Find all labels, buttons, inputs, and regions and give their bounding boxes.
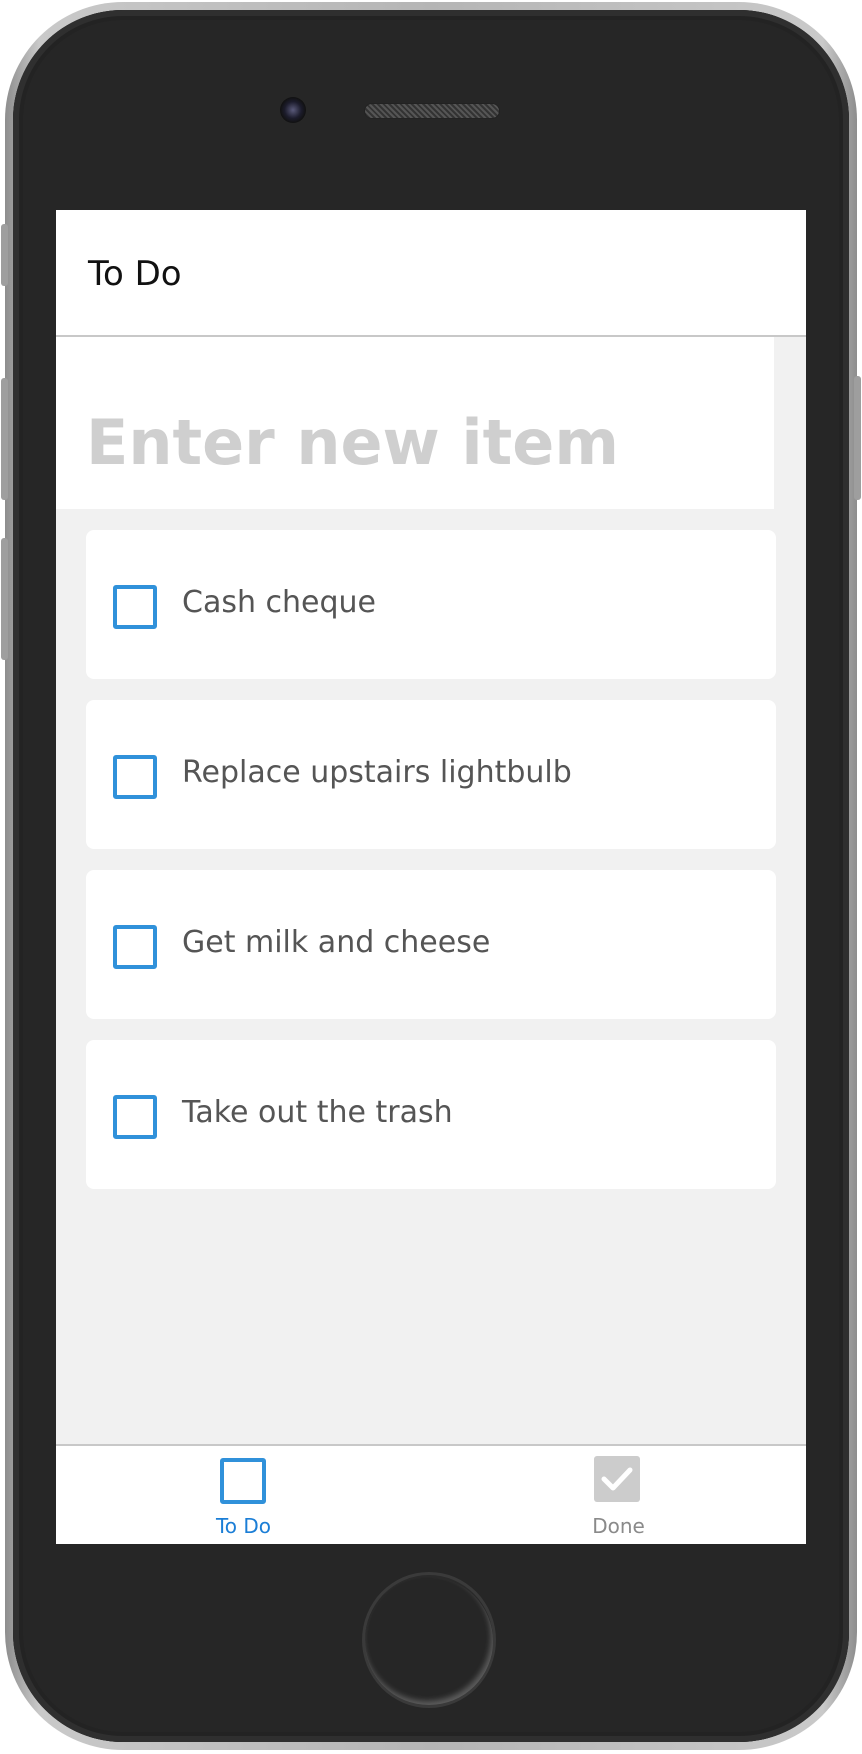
checkmark-icon	[601, 1467, 633, 1491]
home-button[interactable]	[365, 1575, 493, 1705]
volume-down-button	[1, 538, 8, 660]
page-title: To Do	[88, 254, 182, 294]
checkbox-icon[interactable]	[113, 925, 157, 969]
list-item-label: Get milk and cheese	[182, 925, 491, 960]
tab-todo-label: To Do	[215, 1514, 272, 1538]
tab-done[interactable]: Done	[431, 1446, 806, 1544]
tab-todo[interactable]: To Do	[56, 1446, 431, 1544]
power-button	[854, 376, 861, 500]
list-item[interactable]: Cash cheque	[86, 530, 776, 679]
speaker-grille	[364, 103, 500, 119]
list-item-label: Cash cheque	[182, 585, 376, 620]
volume-up-button	[1, 378, 8, 500]
new-item-area	[56, 337, 774, 509]
tab-done-label: Done	[592, 1514, 645, 1538]
navigation-bar: To Do	[56, 210, 806, 337]
list-item-label: Replace upstairs lightbulb	[182, 755, 572, 790]
checkbox-outline-icon	[220, 1458, 266, 1504]
list-item[interactable]: Get milk and cheese	[86, 870, 776, 1019]
list-item[interactable]: Replace upstairs lightbulb	[86, 700, 776, 849]
tab-bar: To Do Done	[56, 1444, 806, 1544]
checkbox-icon[interactable]	[113, 1095, 157, 1139]
list-item[interactable]: Take out the trash	[86, 1040, 776, 1189]
list-item-label: Take out the trash	[182, 1095, 453, 1130]
mute-switch	[1, 224, 8, 286]
checkbox-icon[interactable]	[113, 755, 157, 799]
camera-icon	[280, 97, 306, 123]
todo-list: Cash cheque Replace upstairs lightbulb G…	[86, 530, 776, 1210]
new-item-input[interactable]	[86, 397, 766, 487]
checkbox-icon[interactable]	[113, 585, 157, 629]
checkbox-checked-icon	[594, 1456, 640, 1502]
app-screen: To Do Cash cheque Replace upstairs light…	[56, 210, 806, 1544]
